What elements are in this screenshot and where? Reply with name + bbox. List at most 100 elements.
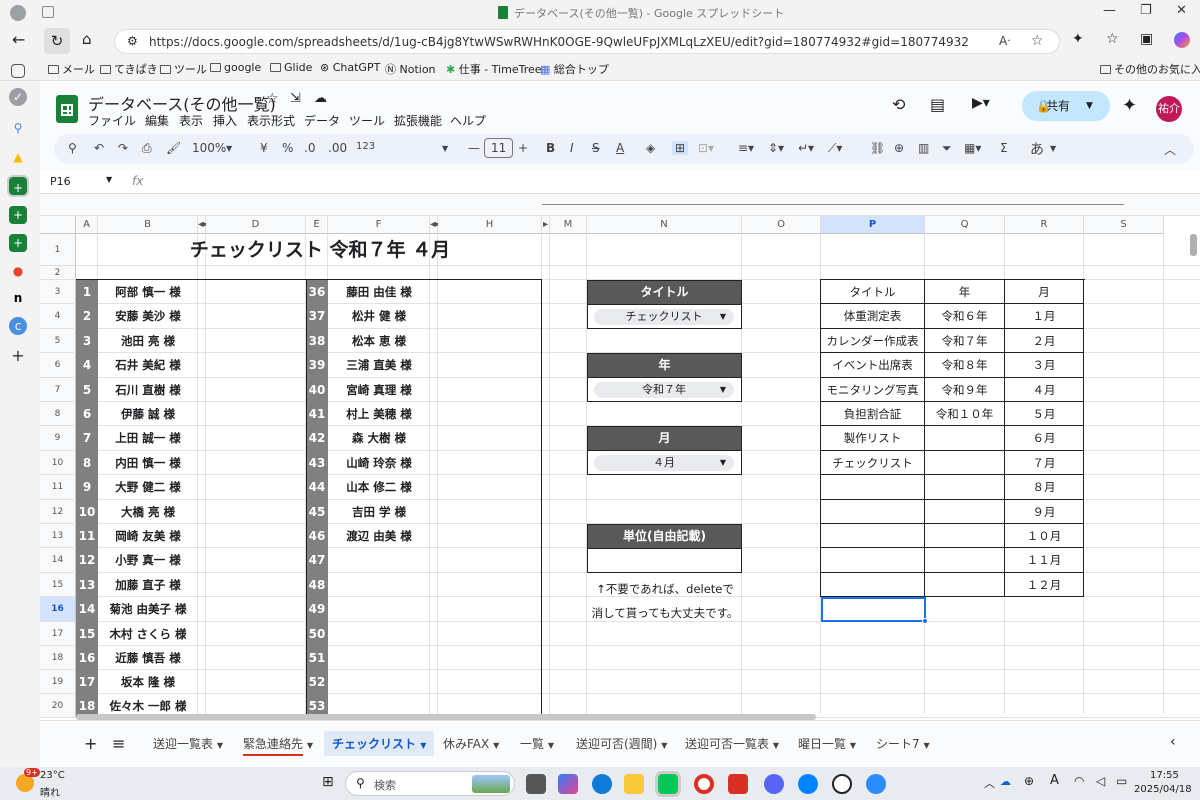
tab-dropdown-icon[interactable]: ▼ — [548, 741, 554, 750]
text-rotate-icon[interactable]: ⟋▾ — [828, 141, 842, 156]
bookmark-top[interactable]: ▦ 総合トップ — [540, 61, 609, 77]
row-header[interactable]: 2 — [40, 266, 76, 280]
menu-edit[interactable]: 編集 — [145, 112, 169, 129]
increase-decimal[interactable]: .00 — [328, 141, 347, 155]
home-icon[interactable]: ⌂ — [82, 30, 92, 48]
input-tools[interactable]: あ — [1030, 139, 1044, 159]
tab-sheet[interactable]: 緊急連絡先 ▼ — [243, 735, 313, 756]
col-header[interactable]: D — [206, 216, 306, 234]
col-header[interactable]: N — [587, 216, 742, 234]
comments-icon[interactable]: ▤ — [930, 95, 945, 114]
functions-icon[interactable]: Σ — [1000, 141, 1008, 155]
sheets-app-icon-active[interactable]: + — [7, 175, 29, 197]
tray-chevron-icon[interactable]: ︿ — [984, 775, 995, 791]
record-icon[interactable] — [694, 774, 714, 794]
font-size-decrease-icon[interactable]: — — [468, 141, 480, 155]
move-folder-icon[interactable]: ⇲ — [290, 91, 301, 106]
row-header[interactable]: 11 — [40, 475, 76, 500]
row-header[interactable]: 7 — [40, 378, 76, 402]
favorite-star-icon[interactable]: ☆ — [1031, 33, 1044, 49]
col-header[interactable]: E — [306, 216, 328, 234]
collections-icon[interactable]: ▣ — [1140, 31, 1153, 47]
tab-sheet[interactable]: 休みFAX ▼ — [443, 735, 499, 752]
history-icon[interactable]: ✓ — [9, 88, 27, 106]
bookmark-tekipaki[interactable]: てきぱき — [100, 61, 158, 77]
bookmark-mail[interactable]: メール — [48, 61, 95, 77]
tab-sheet[interactable]: 送迎可否(週間) ▼ — [576, 735, 667, 752]
row-header[interactable]: 6 — [40, 353, 76, 378]
month-dropdown-cell[interactable]: ４月 ▼ — [587, 450, 742, 475]
year-dropdown-cell[interactable]: 令和７年 ▼ — [587, 377, 742, 402]
tab-dropdown-icon[interactable]: ▼ — [307, 741, 313, 750]
tab-sheet[interactable]: 送迎一覧表 ▼ — [153, 735, 223, 752]
taskbar-search[interactable]: ⚲ 検索 — [345, 771, 515, 796]
col-header[interactable]: R — [1005, 216, 1084, 234]
row-header[interactable]: 16 — [40, 597, 76, 622]
menu-tools[interactable]: ツール — [349, 112, 385, 129]
decrease-decimal[interactable]: .0 — [304, 141, 315, 155]
tab-dropdown-icon[interactable]: ▼ — [420, 741, 426, 750]
formula-input[interactable] — [160, 172, 1190, 192]
clock-time[interactable]: 17:55 — [1150, 770, 1179, 781]
tab-sheet[interactable]: 一覧 ▼ — [520, 735, 554, 752]
explorer-icon[interactable] — [624, 774, 644, 794]
font-dropdown-icon[interactable]: ▼ — [442, 144, 448, 153]
font-size-input[interactable]: 11 — [484, 138, 514, 158]
zoom-dropdown-icon[interactable]: ▼ — [226, 144, 232, 153]
bookmark-glide[interactable]: Glide — [270, 61, 312, 74]
tab-dropdown-icon[interactable]: ▼ — [661, 741, 667, 750]
star-icon[interactable]: ☆ — [266, 91, 279, 107]
fill-color-icon[interactable]: ◈ — [646, 141, 655, 155]
cloud-status-icon[interactable]: ☁ — [314, 91, 327, 106]
title-dropdown-cell[interactable]: チェックリスト ▼ — [587, 304, 742, 329]
tab-dropdown-icon[interactable]: ▼ — [493, 741, 499, 750]
version-history-icon[interactable]: ⟲ — [892, 95, 905, 114]
row-header[interactable]: 18 — [40, 646, 76, 670]
strikethrough-icon[interactable]: S — [592, 141, 600, 155]
menu-insert[interactable]: 挿入 — [213, 112, 237, 129]
share-button[interactable]: 🔒 共有 ▼ — [1022, 91, 1110, 121]
profile-icon[interactable] — [10, 5, 26, 21]
input-icon[interactable]: ⊕ — [1024, 774, 1034, 788]
menu-data[interactable]: データ — [304, 112, 340, 129]
insert-comment-icon[interactable]: ⊕ — [894, 141, 904, 155]
restore-icon[interactable]: ❐ — [1140, 3, 1152, 18]
chatgpt-app-icon[interactable] — [832, 774, 852, 794]
back-icon[interactable]: ← — [12, 30, 25, 49]
col-header[interactable]: F — [328, 216, 430, 234]
all-sheets-icon[interactable]: ≡ — [112, 734, 125, 753]
bookmark-chatgpt[interactable]: ⊛ ChatGPT — [320, 61, 380, 74]
menu-view[interactable]: 表示 — [179, 112, 203, 129]
horizontal-align-icon[interactable]: ≡▾ — [738, 141, 754, 155]
col-header[interactable]: H — [438, 216, 542, 234]
read-aloud-icon[interactable]: Aᐧ — [999, 34, 1010, 48]
extensions-icon[interactable]: ✦ — [1072, 31, 1084, 47]
text-color-icon[interactable]: A — [616, 141, 624, 155]
filter-views-icon[interactable]: ▦▾ — [964, 141, 981, 155]
maps-icon[interactable]: ● — [9, 262, 27, 280]
fill-handle[interactable] — [922, 618, 928, 624]
name-box[interactable]: P16 — [50, 175, 71, 188]
tab-dropdown-icon[interactable]: ▼ — [923, 741, 929, 750]
add-app-icon[interactable]: + — [9, 347, 27, 365]
merge-cells-icon[interactable]: ⊡▾ — [698, 141, 714, 155]
bold-icon[interactable]: B — [546, 141, 555, 155]
search-menus-icon[interactable]: ⚲ — [68, 141, 77, 155]
font-size-increase-icon[interactable]: + — [518, 141, 528, 155]
tab-sheet[interactable]: シート7 ▼ — [876, 735, 930, 752]
tab-dropdown-icon[interactable]: ▼ — [217, 741, 223, 750]
sheets-logo-icon[interactable] — [56, 95, 78, 123]
row-header[interactable]: 17 — [40, 622, 76, 646]
url-field[interactable]: ⚙ https://docs.google.com/spreadsheets/d… — [114, 29, 1060, 54]
select-all-corner[interactable] — [40, 216, 76, 234]
month-dropdown[interactable]: ４月 ▼ — [594, 455, 734, 471]
spreadsheet-grid[interactable]: A B ◂▸ D E F ◂▸ H ▸ M N O P Q R S 123456… — [40, 194, 1200, 720]
col-header[interactable]: B — [98, 216, 198, 234]
wifi-icon[interactable]: ◠ — [1074, 774, 1084, 788]
sheets-app-icon[interactable]: + — [9, 234, 27, 252]
bookmark-google[interactable]: google — [210, 61, 261, 74]
add-sheet-icon[interactable]: + — [84, 734, 97, 753]
selected-cell[interactable] — [821, 597, 926, 622]
group-bracket[interactable] — [542, 204, 1124, 205]
row-header[interactable]: 19 — [40, 670, 76, 694]
